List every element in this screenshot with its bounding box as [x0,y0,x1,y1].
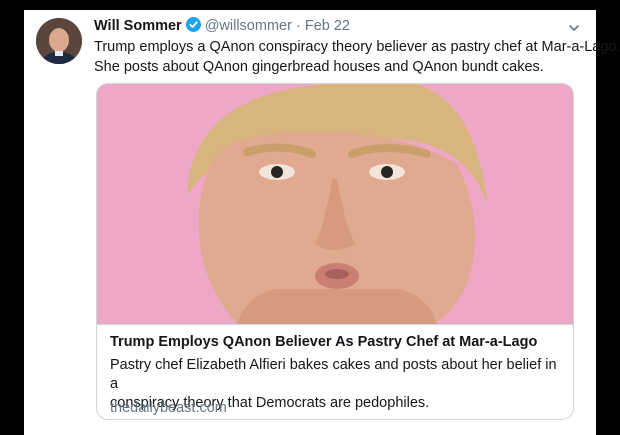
chevron-down-icon[interactable] [568,21,580,33]
header-separator: · [295,18,301,34]
author-handle[interactable]: @willsommer [205,18,292,34]
link-card[interactable]: Trump Employs QAnon Believer As Pastry C… [96,83,574,420]
tweet-date[interactable]: Feb 22 [305,18,350,34]
tweet-text-line: She posts about QAnon gingerbread houses… [94,59,544,75]
verified-badge-icon [185,17,201,32]
tweet[interactable]: Will Sommer @willsommer · Feb 22 Trump em… [24,10,620,435]
card-domain[interactable]: thedailybeast.com [110,400,227,416]
tweet-header: Will Sommer @willsommer · Feb 22 [94,17,572,35]
card-title[interactable]: Trump Employs QAnon Believer As Pastry C… [110,334,537,350]
card-description-line: Pastry chef Elizabeth Alfieri bakes cake… [110,357,557,392]
tweet-text: Trump employs a QAnon conspiracy theory … [94,37,620,77]
card-image[interactable] [97,84,573,324]
tweet-text-line: Trump employs a QAnon conspiracy theory … [94,39,620,55]
author-name[interactable]: Will Sommer [94,18,182,34]
avatar[interactable] [36,18,82,64]
card-body[interactable]: Trump Employs QAnon Believer As Pastry C… [97,324,573,419]
